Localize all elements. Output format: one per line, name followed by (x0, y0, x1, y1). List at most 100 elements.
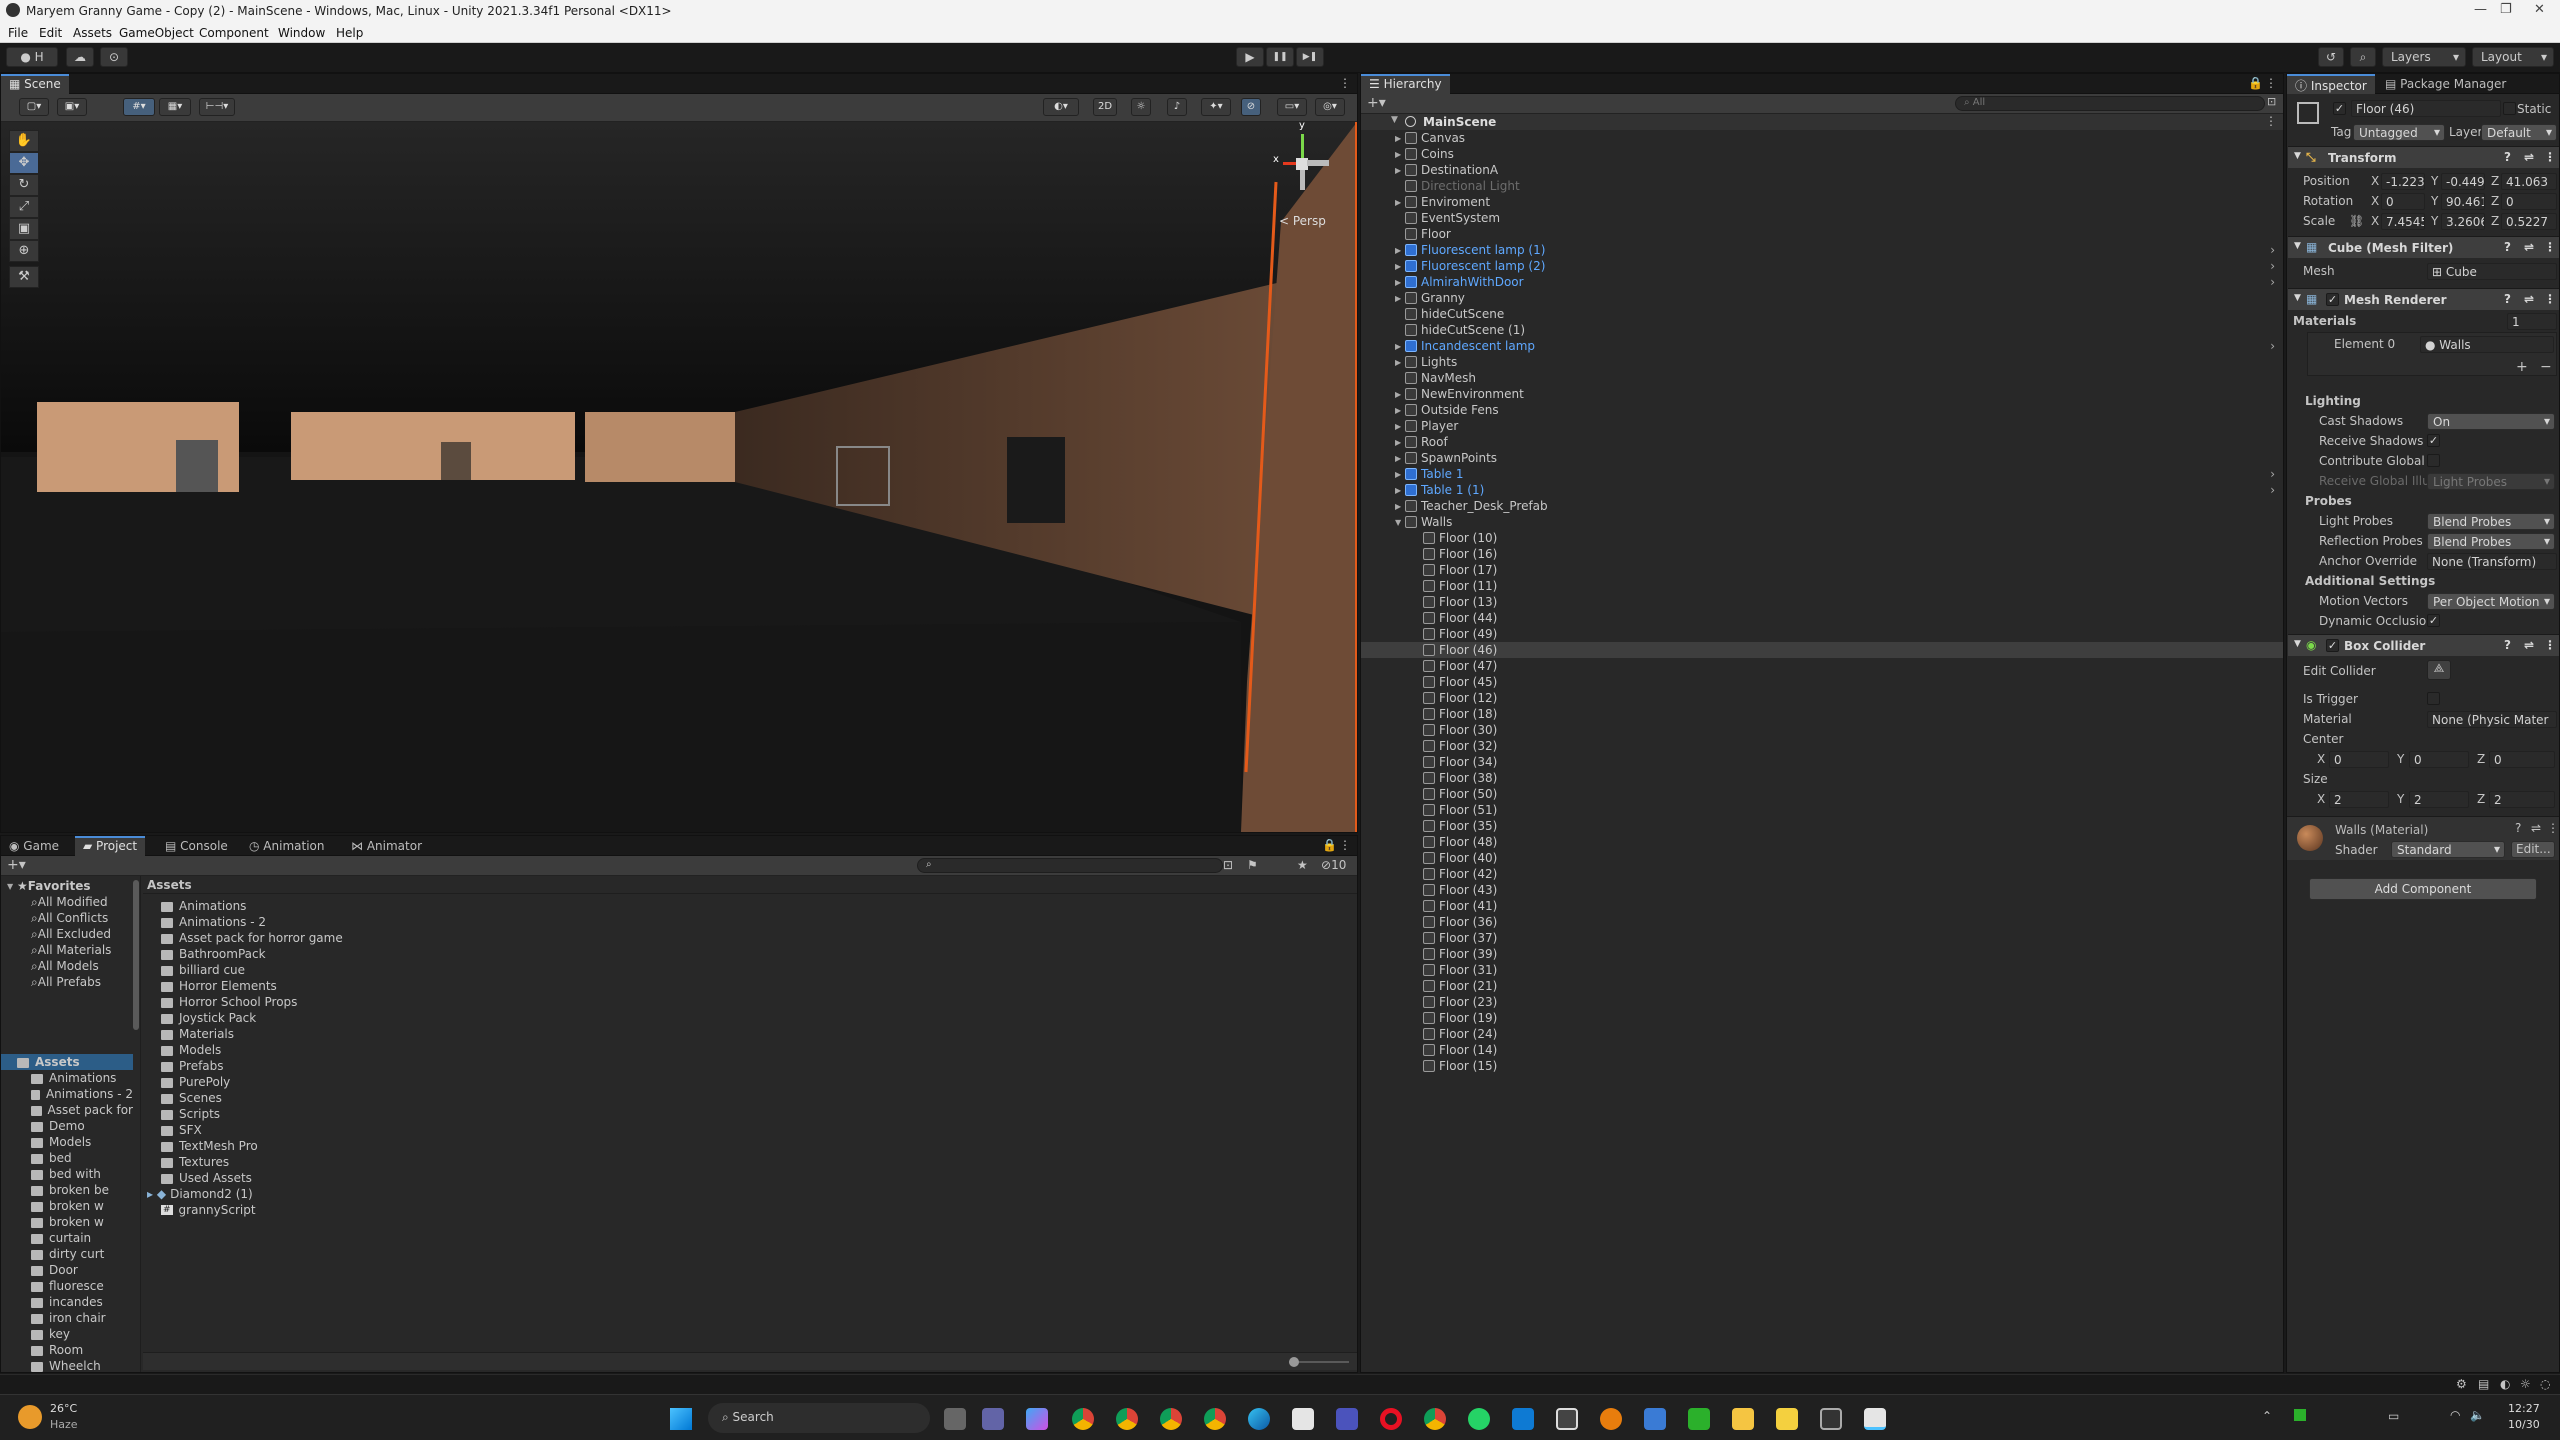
project-tree-item[interactable]: Room (1, 1342, 133, 1358)
size-z-field[interactable]: 2 (2489, 791, 2555, 808)
weather-icon[interactable] (18, 1405, 42, 1429)
project-tree-item[interactable]: bed with (1, 1166, 133, 1182)
hierarchy-item[interactable]: Floor (43) (1361, 882, 2283, 898)
orientation-gizmo[interactable]: y x (1263, 122, 1343, 208)
hierarchy-item[interactable]: Floor (36) (1361, 914, 2283, 930)
project-tree-item[interactable]: broken w (1, 1198, 133, 1214)
menu-component[interactable]: Component (199, 26, 269, 40)
scene-visibility-button[interactable]: ▣▾ (57, 98, 87, 116)
toggle-2d-button[interactable]: 2D (1093, 98, 1117, 116)
asset-item[interactable]: Scenes (143, 1090, 743, 1106)
project-tree-item[interactable]: key (1, 1326, 133, 1342)
prefab-open-chevron-icon[interactable]: › (2270, 275, 2275, 289)
notification-icon[interactable]: ◌ (2540, 1377, 2550, 1391)
help-icon[interactable]: ? (2515, 821, 2521, 835)
tray-battery-icon[interactable]: ▭ (2388, 1409, 2399, 1423)
hidden-packages-counter[interactable]: ⊘10 (1321, 858, 1346, 872)
prefab-open-chevron-icon[interactable]: › (2270, 259, 2275, 273)
center-z-field[interactable]: 0 (2489, 751, 2555, 768)
materials-count-field[interactable]: 1 (2507, 313, 2557, 330)
project-tree-item[interactable]: dirty curt (1, 1246, 133, 1262)
more-icon[interactable]: ⋮ (1339, 76, 1351, 90)
expand-arrow-icon[interactable]: ▶ (1395, 390, 1405, 399)
position-y-field[interactable]: -0.449 (2441, 173, 2485, 190)
hierarchy-item[interactable]: Floor (12) (1361, 690, 2283, 706)
hierarchy-item[interactable]: Floor (14) (1361, 1042, 2283, 1058)
hierarchy-item[interactable]: Floor (15) (1361, 1058, 2283, 1074)
hierarchy-item[interactable]: ▶ NewEnvironment (1361, 386, 2283, 402)
position-x-field[interactable]: -1.2231 (2381, 173, 2425, 190)
maximize-button[interactable]: ❐ (2500, 2, 2512, 17)
hierarchy-item[interactable]: EventSystem (1361, 210, 2283, 226)
chrome-profile-2-icon[interactable] (1160, 1408, 1182, 1430)
more-icon[interactable]: ⋮ (2265, 76, 2277, 90)
asset-item[interactable]: Animations (143, 898, 743, 914)
project-tree-item[interactable]: Animations - 2 (1, 1086, 133, 1102)
project-tree-item[interactable]: curtain (1, 1230, 133, 1246)
active-checkbox[interactable]: ✓ (2333, 102, 2346, 115)
project-tree-item[interactable]: Asset pack for (1, 1102, 133, 1118)
camera-settings-icon[interactable]: ▭▾ (1277, 98, 1307, 116)
help-icon[interactable]: ? (2504, 150, 2511, 164)
scene-viewport[interactable]: ✋ ✥ ↻ ⤢ ▣ ⊕ ⚒ y x < Persp (1, 122, 1357, 832)
project-tree-item[interactable]: fluoresce (1, 1278, 133, 1294)
hierarchy-item[interactable]: ▶ Canvas (1361, 130, 2283, 146)
help-icon[interactable]: ? (2504, 292, 2511, 306)
materials-label[interactable]: Materials (2293, 314, 2356, 328)
hand-tool[interactable]: ✋ (9, 130, 39, 152)
asset-item[interactable]: Horror Elements (143, 978, 743, 994)
hierarchy-item[interactable]: ▶ Fluorescent lamp (2) › (1361, 258, 2283, 274)
tab-game[interactable]: ◉ Game (1, 836, 67, 856)
position-z-field[interactable]: 41.063 (2501, 173, 2557, 190)
project-tree-item[interactable]: broken be (1, 1182, 133, 1198)
rect-tool[interactable]: ▣ (9, 218, 39, 240)
asset-item[interactable]: Textures (143, 1154, 743, 1170)
expand-arrow-icon[interactable]: ▶ (1395, 438, 1405, 447)
favorite-item[interactable]: ⌕ All Modified (31, 894, 108, 910)
preset-icon[interactable]: ⇌ (2524, 638, 2534, 652)
hierarchy-item[interactable]: Floor (23) (1361, 994, 2283, 1010)
debug-icon[interactable]: ⚙ (2456, 1377, 2467, 1391)
grid-button[interactable]: ▦▾ (159, 98, 191, 116)
expand-arrow-icon[interactable]: ▶ (1395, 278, 1405, 287)
expand-arrow-icon[interactable]: ▶ (1395, 422, 1405, 431)
expand-arrow-icon[interactable]: ▶ (1395, 502, 1405, 511)
mesh-renderer-enabled-checkbox[interactable]: ✓ (2326, 293, 2339, 306)
prefab-open-chevron-icon[interactable]: › (2270, 243, 2275, 257)
scale-y-field[interactable]: 3.2606 (2441, 213, 2485, 230)
preset-icon[interactable]: ⇌ (2524, 150, 2534, 164)
hierarchy-item[interactable]: Floor (45) (1361, 674, 2283, 690)
project-tree-item[interactable]: iron chair (1, 1310, 133, 1326)
add-element-button[interactable]: + (2516, 359, 2528, 375)
hierarchy-item[interactable]: Floor (30) (1361, 722, 2283, 738)
tab-animator[interactable]: ⋈ Animator (343, 836, 430, 856)
persp-label[interactable]: < Persp (1279, 214, 1326, 228)
cast-shadows-dropdown[interactable]: On (2427, 413, 2555, 430)
menu-window[interactable]: Window (278, 26, 325, 40)
asset-item[interactable]: ▸ ◆ Diamond2 (1) (143, 1186, 743, 1202)
prefab-open-chevron-icon[interactable]: › (2270, 339, 2275, 353)
expand-arrow-icon[interactable]: ▶ (1395, 342, 1405, 351)
asset-item[interactable]: PurePoly (143, 1074, 743, 1090)
expand-arrow-icon[interactable]: ▶ (1395, 198, 1405, 207)
excel-like-icon[interactable] (1688, 1408, 1710, 1430)
shader-dropdown[interactable]: Standard (2391, 841, 2505, 858)
project-tree-item[interactable]: bed (1, 1150, 133, 1166)
center-x-field[interactable]: 0 (2329, 751, 2389, 768)
hierarchy-item[interactable]: Floor (11) (1361, 578, 2283, 594)
chrome-icon[interactable] (1072, 1408, 1094, 1430)
project-tree-item[interactable]: Animations (1, 1070, 133, 1086)
more-icon[interactable]: ⋮ (2544, 638, 2556, 652)
tab-hierarchy[interactable]: ☰ Hierarchy (1361, 74, 1450, 94)
audio-toggle-icon[interactable]: ♪ (1167, 98, 1187, 116)
search-options-icon[interactable]: ⊡ (2267, 95, 2276, 108)
menu-assets[interactable]: Assets (73, 26, 112, 40)
expand-arrow-icon[interactable]: ▶ (1395, 150, 1405, 159)
hierarchy-item[interactable]: Floor (51) (1361, 802, 2283, 818)
box-collider-header[interactable]: ▼ ◉ ✓ Box Collider ? ⇌ ⋮ (2288, 634, 2559, 656)
hierarchy-item[interactable]: Floor (17) (1361, 562, 2283, 578)
step-button[interactable]: ▶❚ (1296, 47, 1324, 67)
menu-gameobject[interactable]: GameObject (119, 26, 194, 40)
wifi-icon[interactable]: ◠ (2450, 1408, 2460, 1422)
layer-dropdown[interactable]: Default (2481, 124, 2557, 141)
